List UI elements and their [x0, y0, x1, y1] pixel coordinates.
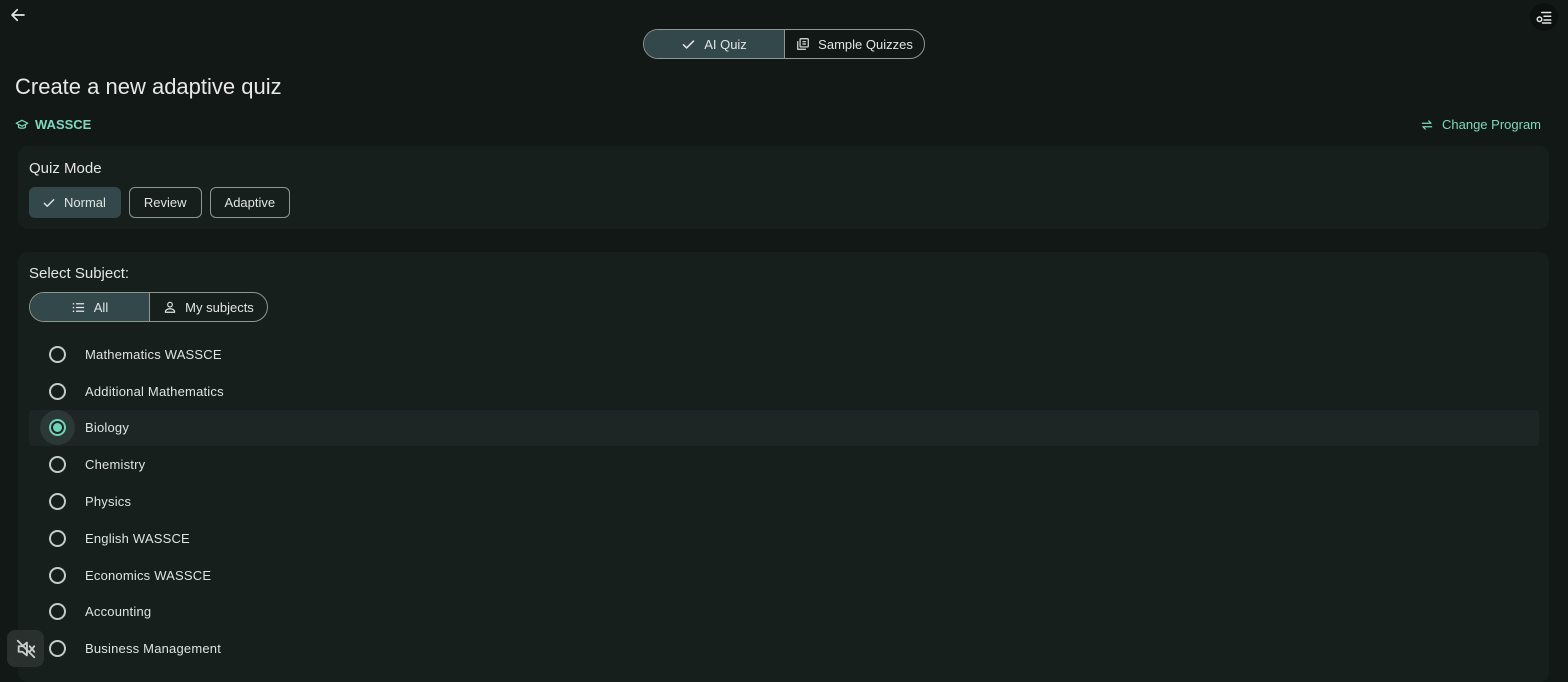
radio-unchecked-icon: [48, 493, 66, 511]
subject-name: Chemistry: [85, 457, 146, 473]
page-title: Create a new adaptive quiz: [15, 74, 282, 99]
radio-button[interactable]: [29, 382, 85, 400]
program-name: WASSCE: [35, 117, 92, 132]
radio-button[interactable]: [29, 345, 85, 363]
quiz-mode-options: Normal Review Adaptive: [29, 187, 291, 218]
subject-row-economics-wassce[interactable]: Economics WASSCE: [29, 557, 1539, 594]
change-program-label: Change Program: [1442, 117, 1541, 132]
subject-row-physics[interactable]: Physics: [29, 483, 1539, 520]
radio-unchecked-icon: [48, 566, 66, 584]
settings-menu-button[interactable]: [1530, 3, 1558, 31]
quiz-mode-card: Quiz Mode Normal Review Adaptive: [18, 146, 1549, 229]
mode-adaptive-chip[interactable]: Adaptive: [209, 187, 291, 218]
quiz-source-toggle: AI Quiz Sample Quizzes: [643, 29, 925, 59]
subject-name: Economics WASSCE: [85, 567, 212, 583]
filter-my-subjects[interactable]: My subjects: [149, 293, 267, 321]
radio-unchecked-icon: [48, 640, 66, 658]
arrow-left-icon: [11, 8, 25, 22]
radio-unchecked-icon: [48, 603, 66, 621]
graduation-cap-icon: [15, 119, 29, 129]
radio-dot: [52, 423, 62, 433]
subject-card: Select Subject: All My subjects Mathemat…: [18, 252, 1549, 682]
change-program-button[interactable]: Change Program: [1420, 117, 1541, 132]
tab-label: Sample Quizzes: [818, 36, 913, 52]
radio-unchecked-icon: [48, 529, 66, 547]
radio-button[interactable]: [29, 529, 85, 547]
back-button[interactable]: [6, 3, 30, 27]
radio-unchecked-icon: [48, 345, 66, 363]
chip-label: Review: [143, 195, 187, 210]
subject-row-biology[interactable]: Biology: [29, 409, 1539, 447]
check-icon: [682, 39, 695, 49]
subject-row-accounting[interactable]: Accounting: [29, 594, 1539, 631]
filter-all[interactable]: All: [30, 293, 149, 321]
tab-ai-quiz[interactable]: AI Quiz: [644, 30, 784, 58]
tab-label: AI Quiz: [704, 36, 747, 52]
subject-row-business-management[interactable]: Business Management: [29, 630, 1539, 667]
subject-name: Additional Mathematics: [85, 383, 224, 399]
library-icon: [797, 38, 810, 50]
check-icon: [43, 198, 55, 207]
subject-name: English WASSCE: [85, 530, 190, 546]
radio-unchecked-icon: [48, 382, 66, 400]
radio-button[interactable]: [29, 456, 85, 474]
person-icon: [164, 301, 176, 313]
subject-row-english-wassce[interactable]: English WASSCE: [29, 520, 1539, 557]
radio-unchecked-icon: [48, 456, 66, 474]
subject-filter-toggle: All My subjects: [29, 292, 268, 322]
subject-row-chemistry[interactable]: Chemistry: [29, 446, 1539, 483]
subject-row-additional-mathematics[interactable]: Additional Mathematics: [29, 373, 1539, 410]
mute-button[interactable]: [7, 630, 44, 667]
radio-button[interactable]: [29, 419, 85, 437]
radio-checked-icon: [48, 419, 66, 437]
tab-sample-quizzes[interactable]: Sample Quizzes: [784, 30, 924, 58]
mode-review-chip[interactable]: Review: [128, 187, 202, 218]
swap-icon: [1421, 119, 1433, 130]
filter-label: My subjects: [185, 299, 254, 315]
program-badge: WASSCE: [15, 117, 91, 132]
chip-label: Adaptive: [224, 195, 276, 210]
subject-list: Mathematics WASSCE Additional Mathematic…: [29, 336, 1539, 667]
mode-normal-chip[interactable]: Normal: [29, 187, 121, 218]
quiz-mode-label: Quiz Mode: [29, 160, 102, 177]
subject-name: Business Management: [85, 641, 222, 657]
radio-button[interactable]: [29, 566, 85, 584]
subject-name: Mathematics WASSCE: [85, 346, 222, 362]
volume-off-icon: [16, 639, 35, 658]
subject-name: Biology: [85, 420, 130, 436]
subject-name: Accounting: [85, 604, 152, 620]
list-icon: [72, 302, 84, 312]
subject-row-mathematics-wassce[interactable]: Mathematics WASSCE: [29, 336, 1539, 373]
filter-label: All: [93, 299, 109, 315]
select-subject-label: Select Subject:: [29, 265, 130, 282]
subject-name: Physics: [85, 494, 132, 510]
chip-label: Normal: [64, 195, 106, 210]
settings-list-icon: [1536, 11, 1552, 24]
radio-button[interactable]: [29, 603, 85, 621]
radio-button[interactable]: [29, 493, 85, 511]
